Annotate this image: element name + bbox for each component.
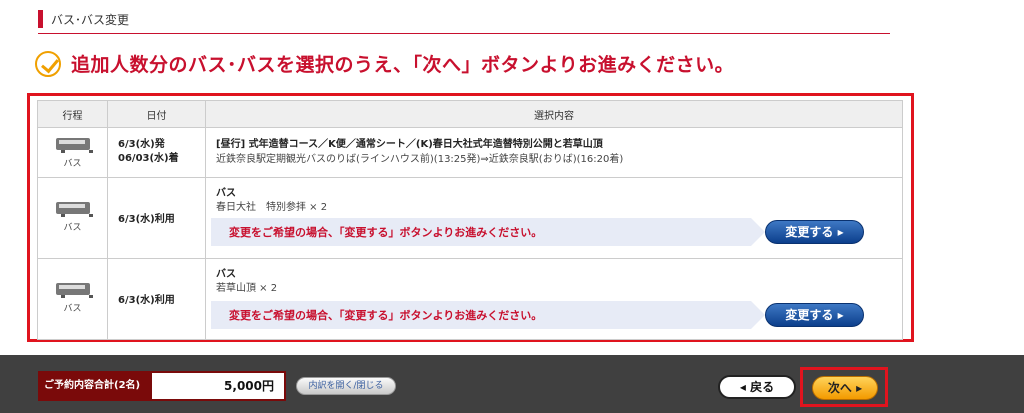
change-notice-text: 変更をご希望の場合、「変更する」ボタンよりお進みください。: [229, 309, 543, 322]
next-button-highlight: 次へ ▸: [800, 367, 888, 407]
tour-route: 近鉄奈良駅定期観光バスのりば(ラインハウス前)(13:25発)⇒近鉄奈良駅(おり…: [216, 154, 624, 165]
section-marker: [38, 10, 43, 28]
item-detail: 春日大社 特別参拝 × 2: [216, 202, 328, 213]
content-cell: バス 若草山頂 × 2 変更をご希望の場合、「変更する」ボタンよりお進みください…: [205, 258, 903, 340]
next-button[interactable]: 次へ ▸: [812, 376, 878, 400]
bus-icon: [55, 202, 93, 217]
type-label: バス: [63, 159, 82, 169]
date-depart: 6/3(水)発: [118, 139, 165, 150]
check-circle-icon: [35, 50, 61, 77]
header-selection: 選択内容: [205, 100, 903, 128]
table-row: バス 6/3(水)利用 バス 春日大社 特別参拝 × 2 変更をご希望の場合、「…: [37, 177, 903, 259]
bus-icon: [55, 283, 93, 298]
type-cell: バス: [37, 127, 108, 178]
content-cell: バス 春日大社 特別参拝 × 2 変更をご希望の場合、「変更する」ボタンよりお進…: [205, 177, 903, 259]
item-detail: 若草山頂 × 2: [216, 283, 278, 294]
instruction-headline: 追加人数分のバス･バスを選択のうえ、「次へ」ボタンよりお進みください。: [35, 50, 734, 77]
item-title: バス: [216, 269, 236, 280]
tour-title: [昼行] 式年造替コース／K便／通常シート／(K)春日大社式年造替特別公開と若草…: [216, 139, 603, 150]
total-label: ご予約内容合計(2名): [38, 371, 150, 401]
header-date: 日付: [107, 100, 206, 128]
type-label: バス: [63, 304, 82, 314]
date-cell: 6/3(水)利用: [107, 177, 206, 259]
date-arrive: 06/03(水)着: [118, 153, 179, 164]
table-row: バス 6/3(水)発 06/03(水)着 [昼行] 式年造替コース／K便／通常シ…: [37, 127, 903, 178]
instruction-text: 追加人数分のバス･バスを選択のうえ、「次へ」ボタンよりお進みください。: [71, 54, 735, 76]
change-notice: 変更をご希望の場合、「変更する」ボタンよりお進みください。: [211, 218, 765, 246]
change-notice-text: 変更をご希望の場合、「変更する」ボタンよりお進みください。: [229, 226, 543, 239]
date-cell: 6/3(水)利用: [107, 258, 206, 340]
back-button[interactable]: ◂ 戻る: [718, 375, 796, 399]
footer-bar: ご予約内容合計(2名) 5,000円 内訳を開く/閉じる ◂ 戻る 次へ ▸: [0, 355, 1024, 413]
type-cell: バス: [37, 177, 108, 259]
date-cell: 6/3(水)発 06/03(水)着: [107, 127, 206, 178]
table-row: バス 6/3(水)利用 バス 若草山頂 × 2 変更をご希望の場合、「変更する」…: [37, 258, 903, 340]
toggle-details-button[interactable]: 内訳を開く/閉じる: [296, 377, 396, 395]
table-header-row: 行程 日付 選択内容: [37, 100, 903, 128]
change-button[interactable]: 変更する ▸: [765, 220, 864, 244]
section-title: バス･バス変更: [51, 13, 130, 27]
header-itinerary: 行程: [37, 100, 108, 128]
bus-icon: [55, 138, 93, 153]
type-label: バス: [63, 223, 82, 233]
content-cell: [昼行] 式年造替コース／K便／通常シート／(K)春日大社式年造替特別公開と若草…: [205, 127, 903, 178]
date-use: 6/3(水)利用: [118, 295, 175, 306]
change-notice: 変更をご希望の場合、「変更する」ボタンよりお進みください。: [211, 301, 765, 329]
date-use: 6/3(水)利用: [118, 214, 175, 225]
selection-panel: 行程 日付 選択内容 バス 6/3(水)発 06/03(水)着 [昼行] 式年造…: [27, 93, 914, 342]
section-header: バス･バス変更: [38, 6, 890, 34]
selection-table: 行程 日付 選択内容 バス 6/3(水)発 06/03(水)着 [昼行] 式年造…: [37, 100, 903, 340]
total-amount: 5,000円: [150, 371, 286, 401]
type-cell: バス: [37, 258, 108, 340]
change-button[interactable]: 変更する ▸: [765, 303, 864, 327]
item-title: バス: [216, 188, 236, 199]
